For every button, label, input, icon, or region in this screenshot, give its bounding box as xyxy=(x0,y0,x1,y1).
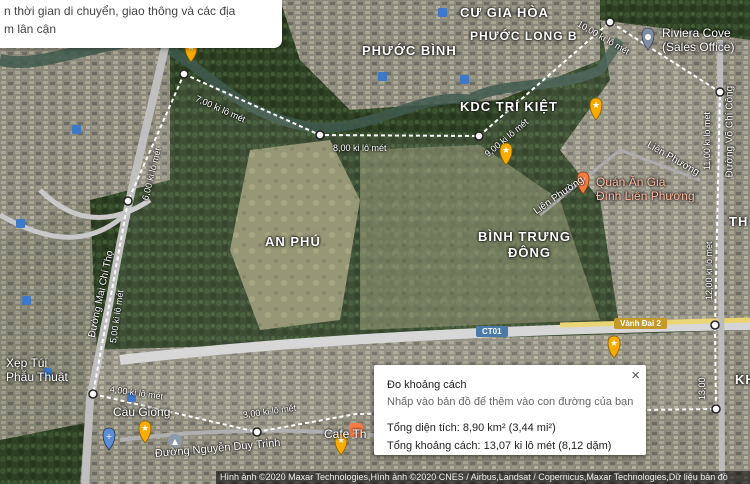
vertex-4[interactable] xyxy=(605,17,615,27)
street-vo-chi-cong: Đường Võ Chí Công xyxy=(724,85,736,178)
label-binh-trung: BÌNH TRƯNG xyxy=(478,229,572,244)
poi-riviera-line2: (Sales Office) xyxy=(662,40,735,54)
poi-riviera-line1: Riviera Cove xyxy=(662,26,731,40)
vertex-3[interactable] xyxy=(474,131,484,141)
close-icon[interactable]: × xyxy=(631,367,640,384)
measure-total-distance: Tổng khoảng cách: 13,07 ki lô mét (8,12 … xyxy=(387,440,612,452)
measure-hint: Nhấp vào bản đồ để thêm vào con đường củ… xyxy=(387,396,634,408)
vertex-10[interactable] xyxy=(123,196,133,206)
poi-quan-an-line2: Đình Liên Phương xyxy=(596,189,695,203)
label-dong: ĐÔNG xyxy=(508,245,551,260)
vertex-7[interactable] xyxy=(711,404,721,414)
poi-xep-tui-line2: Phẫu Thuật xyxy=(6,370,68,384)
poi-quan-an[interactable]: Quán Ăn Gia Đình Liên Phương xyxy=(596,175,695,203)
road-sign-vanh-dai-2: Vành Đai 2 xyxy=(614,318,667,329)
vertex-9[interactable] xyxy=(88,389,98,399)
vertex-8[interactable] xyxy=(252,427,262,437)
directions-card-line2: m lân cận xyxy=(4,22,57,36)
segment-label-13km: 13,00 xyxy=(697,377,707,400)
road-sign-ct01: CT01 xyxy=(476,326,508,337)
measure-total-area: Tổng diện tích: 8,90 km² (3,44 mi²) xyxy=(387,422,556,434)
vertex-5[interactable] xyxy=(715,87,725,97)
vertex-6[interactable] xyxy=(710,320,720,330)
map-attribution[interactable]: Hình ảnh ©2020 Maxar Technologies,Hình ả… xyxy=(216,471,750,484)
segment-label-8km: 8,00 ki lô mét xyxy=(333,143,387,153)
svg-text:★: ★ xyxy=(502,146,510,156)
poi-xep-tui-line1: Xẹp Túi xyxy=(6,356,48,370)
svg-text:★: ★ xyxy=(141,424,149,434)
measure-title: Đo khoảng cách xyxy=(387,379,467,391)
vertex-1[interactable] xyxy=(179,69,189,79)
poi-cau-giong[interactable]: Cầu Giồng xyxy=(113,405,170,419)
label-phuoc-binh: PHƯỚC BÌNH xyxy=(362,43,457,58)
label-th: TH xyxy=(729,214,749,229)
svg-text:★: ★ xyxy=(592,101,600,111)
label-phuoc-long-b: PHƯỚC LONG B xyxy=(470,29,578,43)
poi-riviera-cove[interactable]: Riviera Cove (Sales Office) xyxy=(662,26,734,54)
poi-xep-tui[interactable]: Xẹp Túi Phẫu Thuật xyxy=(6,356,68,384)
vertex-2[interactable] xyxy=(315,130,325,140)
poi-quan-an-line1: Quán Ăn Gia xyxy=(596,175,666,189)
svg-text:★: ★ xyxy=(610,339,618,349)
segment-label-11km: 11,00 ki lô mét xyxy=(702,112,712,170)
label-kdc-tri-kiet: KDC TRÍ KIỆT xyxy=(460,99,558,114)
svg-text:+: + xyxy=(106,432,113,441)
label-an-phu: AN PHÚ xyxy=(265,234,321,249)
label-kh: KH xyxy=(735,372,750,387)
measure-distance-panel: Đo khoảng cách Nhấp vào bản đồ để thêm v… xyxy=(374,365,646,455)
svg-text:▲: ▲ xyxy=(172,437,179,446)
segment-label-12km: 12,00 ki lô mét xyxy=(704,241,714,300)
directions-card[interactable]: n thời gian di chuyển, giao thông và các… xyxy=(0,0,282,48)
directions-card-line1: n thời gian di chuyển, giao thông và các… xyxy=(4,4,236,18)
label-cu-gia-hoa: CƯ GIA HÒA xyxy=(460,5,549,20)
poi-cafe[interactable]: Cafe Th xyxy=(324,427,366,441)
